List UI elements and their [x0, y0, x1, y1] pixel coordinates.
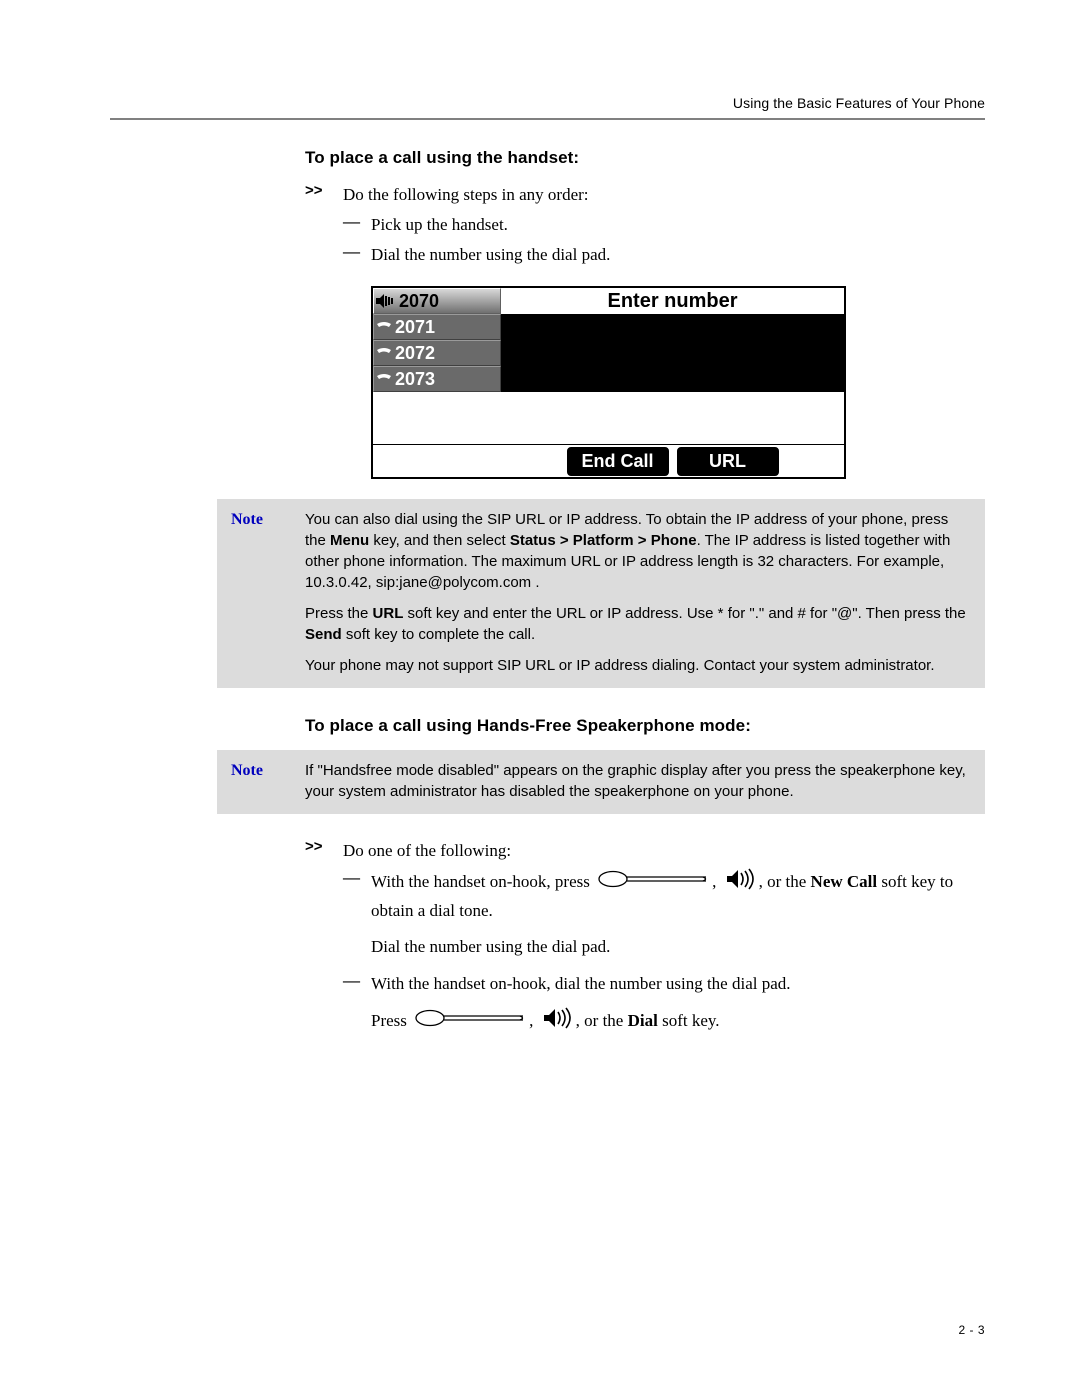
substep-text: Pick up the handset.: [371, 212, 508, 238]
substep-text: Dial the number using the dial pad.: [371, 242, 610, 268]
line-key-icon: [415, 1009, 525, 1035]
note-label: Note: [231, 509, 305, 676]
handset-icon: [376, 373, 392, 385]
phone-line-number: 2071: [395, 317, 435, 338]
softkey-name: Send: [305, 626, 342, 643]
text: , or the: [759, 872, 811, 891]
phone-line-number: 2073: [395, 369, 435, 390]
substep-row: — Pick up the handset.: [343, 212, 985, 238]
step-text: Do the following steps in any order:: [343, 182, 589, 208]
phone-dial-area: [501, 314, 844, 392]
text: With the handset on-hook, press: [371, 872, 594, 891]
speakerphone-icon: [542, 1007, 572, 1037]
text: ,: [529, 1011, 538, 1030]
page-number: 2 - 3: [958, 1323, 985, 1337]
phone-line-key: 2072: [373, 340, 501, 366]
phone-line-key: 2071: [373, 314, 501, 340]
text: , or the: [576, 1011, 628, 1030]
key-name: Menu: [330, 532, 369, 549]
handset-icon: [376, 347, 392, 359]
substep-dash: —: [343, 242, 371, 268]
header-rule: [110, 118, 985, 120]
note-body: If "Handsfree mode disabled" appears on …: [305, 760, 971, 802]
note-text: Your phone may not support SIP URL or IP…: [305, 655, 971, 676]
phone-softkey-bar: End Call URL: [501, 444, 844, 477]
text: ,: [712, 872, 721, 891]
phone-screen-figure: 2070 2071: [371, 286, 846, 479]
step-marker: >>: [305, 182, 343, 208]
substep-dash: —: [343, 868, 371, 925]
note-text: soft key to complete the call.: [342, 626, 535, 643]
note-label: Note: [231, 760, 305, 802]
substep-row: — Dial the number using the dial pad.: [343, 242, 985, 268]
substep-dash: —: [343, 971, 371, 997]
substep-continuation: Dial the number using the dial pad.: [371, 934, 985, 960]
phone-prompt: Enter number: [501, 288, 844, 314]
softkey-name: Dial: [628, 1011, 658, 1030]
note-text: If "Handsfree mode disabled" appears on …: [305, 760, 971, 802]
substep-text: With the handset on-hook, press ,: [371, 868, 985, 925]
phone-side-bottom: [373, 444, 501, 477]
substep-row: — With the handset on-hook, press ,: [343, 868, 985, 925]
phone-line-key: 2073: [373, 366, 501, 392]
step-row: >> Do the following steps in any order:: [305, 182, 985, 208]
note-text: Press the: [305, 605, 373, 622]
handset-icon: [376, 321, 392, 333]
phone-line-blank: [373, 392, 501, 444]
softkey-end-call: End Call: [567, 447, 669, 476]
softkey-name: URL: [373, 605, 404, 622]
line-key-icon: [598, 870, 708, 896]
menu-path: Status > Platform > Phone: [510, 532, 697, 549]
running-head: Using the Basic Features of Your Phone: [733, 95, 985, 111]
step-text: Do one of the following:: [343, 838, 511, 864]
phone-line-number: 2072: [395, 343, 435, 364]
softkey-url: URL: [677, 447, 779, 476]
text: Press: [371, 1011, 411, 1030]
note-box: Note You can also dial using the SIP URL…: [217, 499, 985, 688]
phone-line-key: 2070: [373, 288, 501, 314]
note-text: key, and then select: [369, 532, 510, 549]
note-text: soft key and enter the URL or IP address…: [403, 605, 965, 622]
substep-dash: —: [343, 212, 371, 238]
substep-row: — With the handset on-hook, dial the num…: [343, 971, 985, 997]
phone-line-number: 2070: [399, 291, 439, 312]
text: soft key.: [658, 1011, 720, 1030]
section-heading-speakerphone: To place a call using Hands-Free Speaker…: [305, 716, 985, 736]
phone-body-white: [501, 392, 844, 444]
step-row: >> Do one of the following:: [305, 838, 985, 864]
note-box: Note If "Handsfree mode disabled" appear…: [217, 750, 985, 814]
softkey-name: New Call: [811, 872, 878, 891]
section-heading-handset: To place a call using the handset:: [305, 148, 985, 168]
speaker-active-icon: [376, 294, 396, 308]
speakerphone-icon: [725, 868, 755, 898]
step-marker: >>: [305, 838, 343, 864]
note-body: You can also dial using the SIP URL or I…: [305, 509, 971, 676]
substep-continuation: Press , , or the: [371, 1007, 985, 1037]
substep-text: With the handset on-hook, dial the numbe…: [371, 971, 791, 997]
